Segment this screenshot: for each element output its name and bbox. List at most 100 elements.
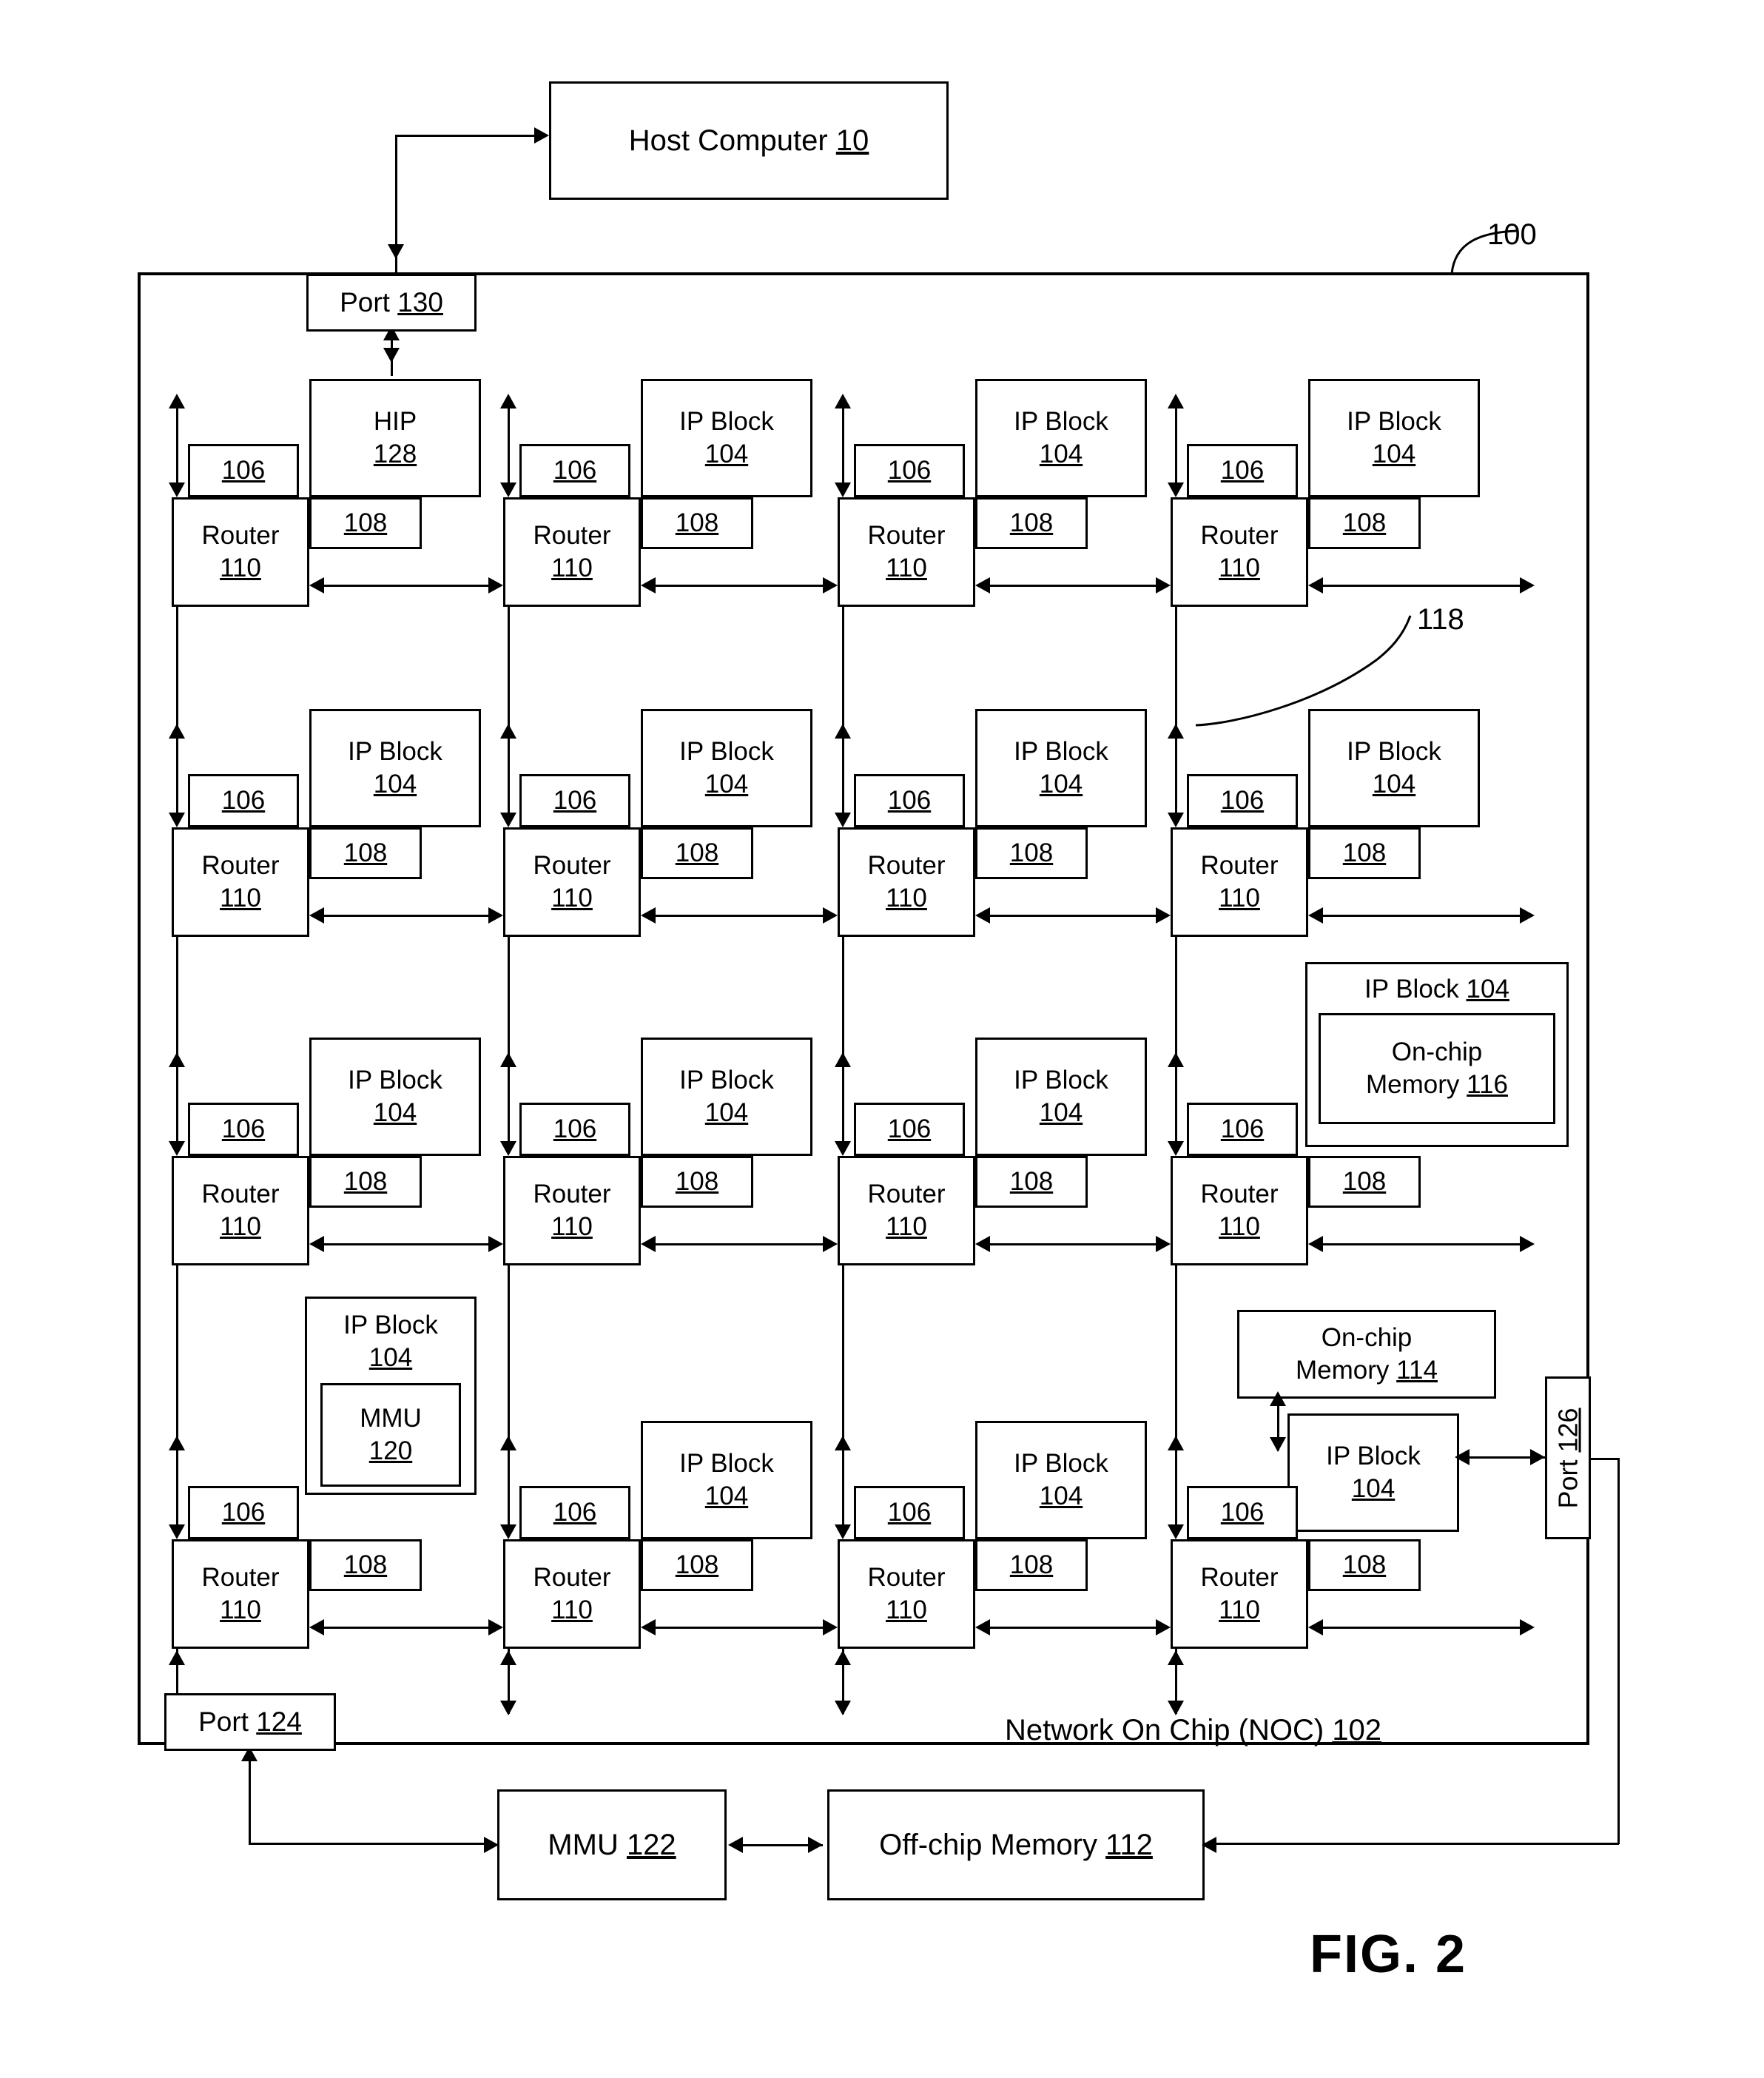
port-130-box[interactable]: Port 130: [306, 274, 477, 332]
link-106-arrow-up-r2c1: [169, 724, 185, 739]
ip-block-title: IP Block: [1347, 737, 1441, 767]
ip-block-title: IP Block: [1326, 1442, 1421, 1471]
link-106-arrow-line-r3c2: [508, 1061, 510, 1147]
link-106-arrow-line-r1c4: [1175, 403, 1177, 488]
router-east-arrow-left-r1c1: [309, 577, 324, 594]
router-east-line-r1c4: [1313, 585, 1530, 587]
ip-block-title: IP Block: [679, 1449, 774, 1479]
router-east-arrow-left-r2c1: [309, 907, 324, 924]
link-106-label: 106: [221, 786, 266, 816]
link-108-r4c4: 108: [1308, 1539, 1421, 1591]
host-computer-box: Host Computer 10: [549, 81, 949, 200]
ip-block-104-r2c4: IP Block 104: [1308, 709, 1480, 827]
router-bottom-arrow-up-c4: [1168, 1650, 1184, 1665]
ip-block-num: 104: [373, 770, 417, 798]
link-106-arrow-down-r2c1: [169, 813, 185, 827]
link-108-label: 108: [675, 1167, 719, 1197]
link-108-label: 108: [675, 838, 719, 868]
figure-label: FIG. 2: [1310, 1925, 1467, 1984]
router-110-r2c1: Router 110: [172, 827, 309, 937]
link-106-arrow-up-r4c2: [500, 1436, 516, 1450]
link-106-r2c4: 106: [1187, 774, 1298, 827]
router-east-line-r2c3: [980, 915, 1166, 917]
link-106-arrow-up-r4c3: [835, 1436, 851, 1450]
link-106-label: 106: [887, 1498, 932, 1527]
router-bottom-arrow-up-c2: [500, 1650, 516, 1665]
link-106-arrow-line-r3c3: [842, 1061, 844, 1147]
link-106-r2c1: 106: [188, 774, 299, 827]
link-108-label: 108: [1009, 508, 1054, 538]
ip-block-104-row4col4: IP Block 104: [1287, 1413, 1459, 1532]
offchip-arrow-left: [1202, 1837, 1216, 1853]
link-106-arrow-up-r3c1: [169, 1052, 185, 1067]
router-east-arrow-right-r3c3: [1156, 1236, 1171, 1252]
port-124-box[interactable]: Port 124: [164, 1693, 336, 1751]
router-num: 110: [1219, 554, 1260, 582]
router-east-arrow-right-r4c4: [1520, 1619, 1535, 1635]
router-label: Router: [533, 1563, 611, 1593]
link-106-arrow-up-r2c3: [835, 724, 851, 739]
link-106-arrow-down-r1c1: [169, 482, 185, 497]
link-106-r4c1: 106: [188, 1486, 299, 1539]
onchip114-arrow-down: [1270, 1437, 1286, 1452]
offchip-112-label: Off-chip Memory 112: [879, 1829, 1153, 1861]
link-106-arrow-up-r4c4: [1168, 1436, 1184, 1450]
router-num: 110: [886, 554, 927, 582]
link-106-arrow-down-r3c1: [169, 1141, 185, 1156]
router-south-line-r3c3: [842, 1265, 844, 1445]
router-num: 110: [886, 1596, 927, 1624]
router-num: 110: [551, 1212, 593, 1241]
router-east-arrow-left-r4c2: [641, 1619, 656, 1635]
port-126-box[interactable]: Port 126: [1545, 1376, 1591, 1539]
noc-title-label: Network On Chip (NOC) 102: [1005, 1714, 1382, 1746]
router-label: Router: [533, 851, 611, 881]
hip-num: 128: [373, 440, 417, 468]
link-106-r3c3: 106: [854, 1103, 965, 1156]
router-110-r4c2: Router 110: [503, 1539, 641, 1649]
router-110-r4c1: Router 110: [172, 1539, 309, 1649]
host-computer-label: Host Computer 10: [628, 124, 869, 157]
ip-block-num: 104: [704, 1482, 749, 1510]
link-108-r2c4: 108: [1308, 827, 1421, 879]
router-bottom-arrow-up-c1: [169, 1650, 185, 1665]
router-east-line-r3c2: [645, 1243, 833, 1245]
link-106-arrow-line-r4c2: [508, 1445, 510, 1530]
offchip-port126-h-line: [1205, 1843, 1619, 1845]
ip-block-104-r4c2: IP Block 104: [641, 1421, 812, 1539]
ip-block-onchip116-container: IP Block 104 On-chip Memory 116: [1305, 962, 1569, 1147]
ip-block-title: IP Block: [679, 1066, 774, 1095]
link-106-arrow-line-r1c2: [508, 403, 510, 488]
router-num: 110: [1219, 884, 1260, 912]
link-106-arrow-up-r3c3: [835, 1052, 851, 1067]
link-106-arrow-line-r2c2: [508, 733, 510, 818]
link-106-arrow-down-r4c3: [835, 1524, 851, 1539]
router-label: Router: [867, 1180, 946, 1209]
link-106-arrow-up-r3c2: [500, 1052, 516, 1067]
ip-block-104-r4c3: IP Block 104: [975, 1421, 1147, 1539]
router-110-r3c3: Router 110: [838, 1156, 975, 1265]
router-east-arrow-right-r3c4: [1520, 1236, 1535, 1252]
link-106-arrow-line-r2c1: [176, 733, 178, 818]
router-label: Router: [201, 521, 280, 551]
ip-block-104-r1c4: IP Block 104: [1308, 379, 1480, 497]
ip-block-104-label-mmu: IP Block 104: [343, 1311, 438, 1372]
link-106-label: 106: [553, 1114, 597, 1144]
port-126-label: Port 126: [1552, 1407, 1583, 1509]
router-num: 110: [1219, 1596, 1260, 1624]
ip-block-num: 104: [373, 1098, 417, 1127]
offchip-memory-112-box: Off-chip Memory 112: [827, 1789, 1205, 1900]
link-108-label: 108: [343, 838, 388, 868]
ip-block-num: 104: [1039, 1098, 1083, 1127]
router-east-arrow-right-r1c2: [823, 577, 838, 594]
router-110-r1c4: Router 110: [1171, 497, 1308, 607]
ip-block-104-r2c1: IP Block 104: [309, 709, 481, 827]
link-106-arrow-up-r3c4: [1168, 1052, 1184, 1067]
link-108-label: 108: [343, 1550, 388, 1580]
link-106-label: 106: [1220, 1498, 1265, 1527]
router-east-arrow-right-r4c3: [1156, 1619, 1171, 1635]
ip-block-num: 104: [1039, 1482, 1083, 1510]
port126-right-stub: [1589, 1458, 1619, 1460]
link-106-arrow-up-r2c2: [500, 724, 516, 739]
onchip-memory-116-box: On-chip Memory 116: [1319, 1012, 1555, 1124]
router-num: 110: [1219, 1212, 1260, 1241]
